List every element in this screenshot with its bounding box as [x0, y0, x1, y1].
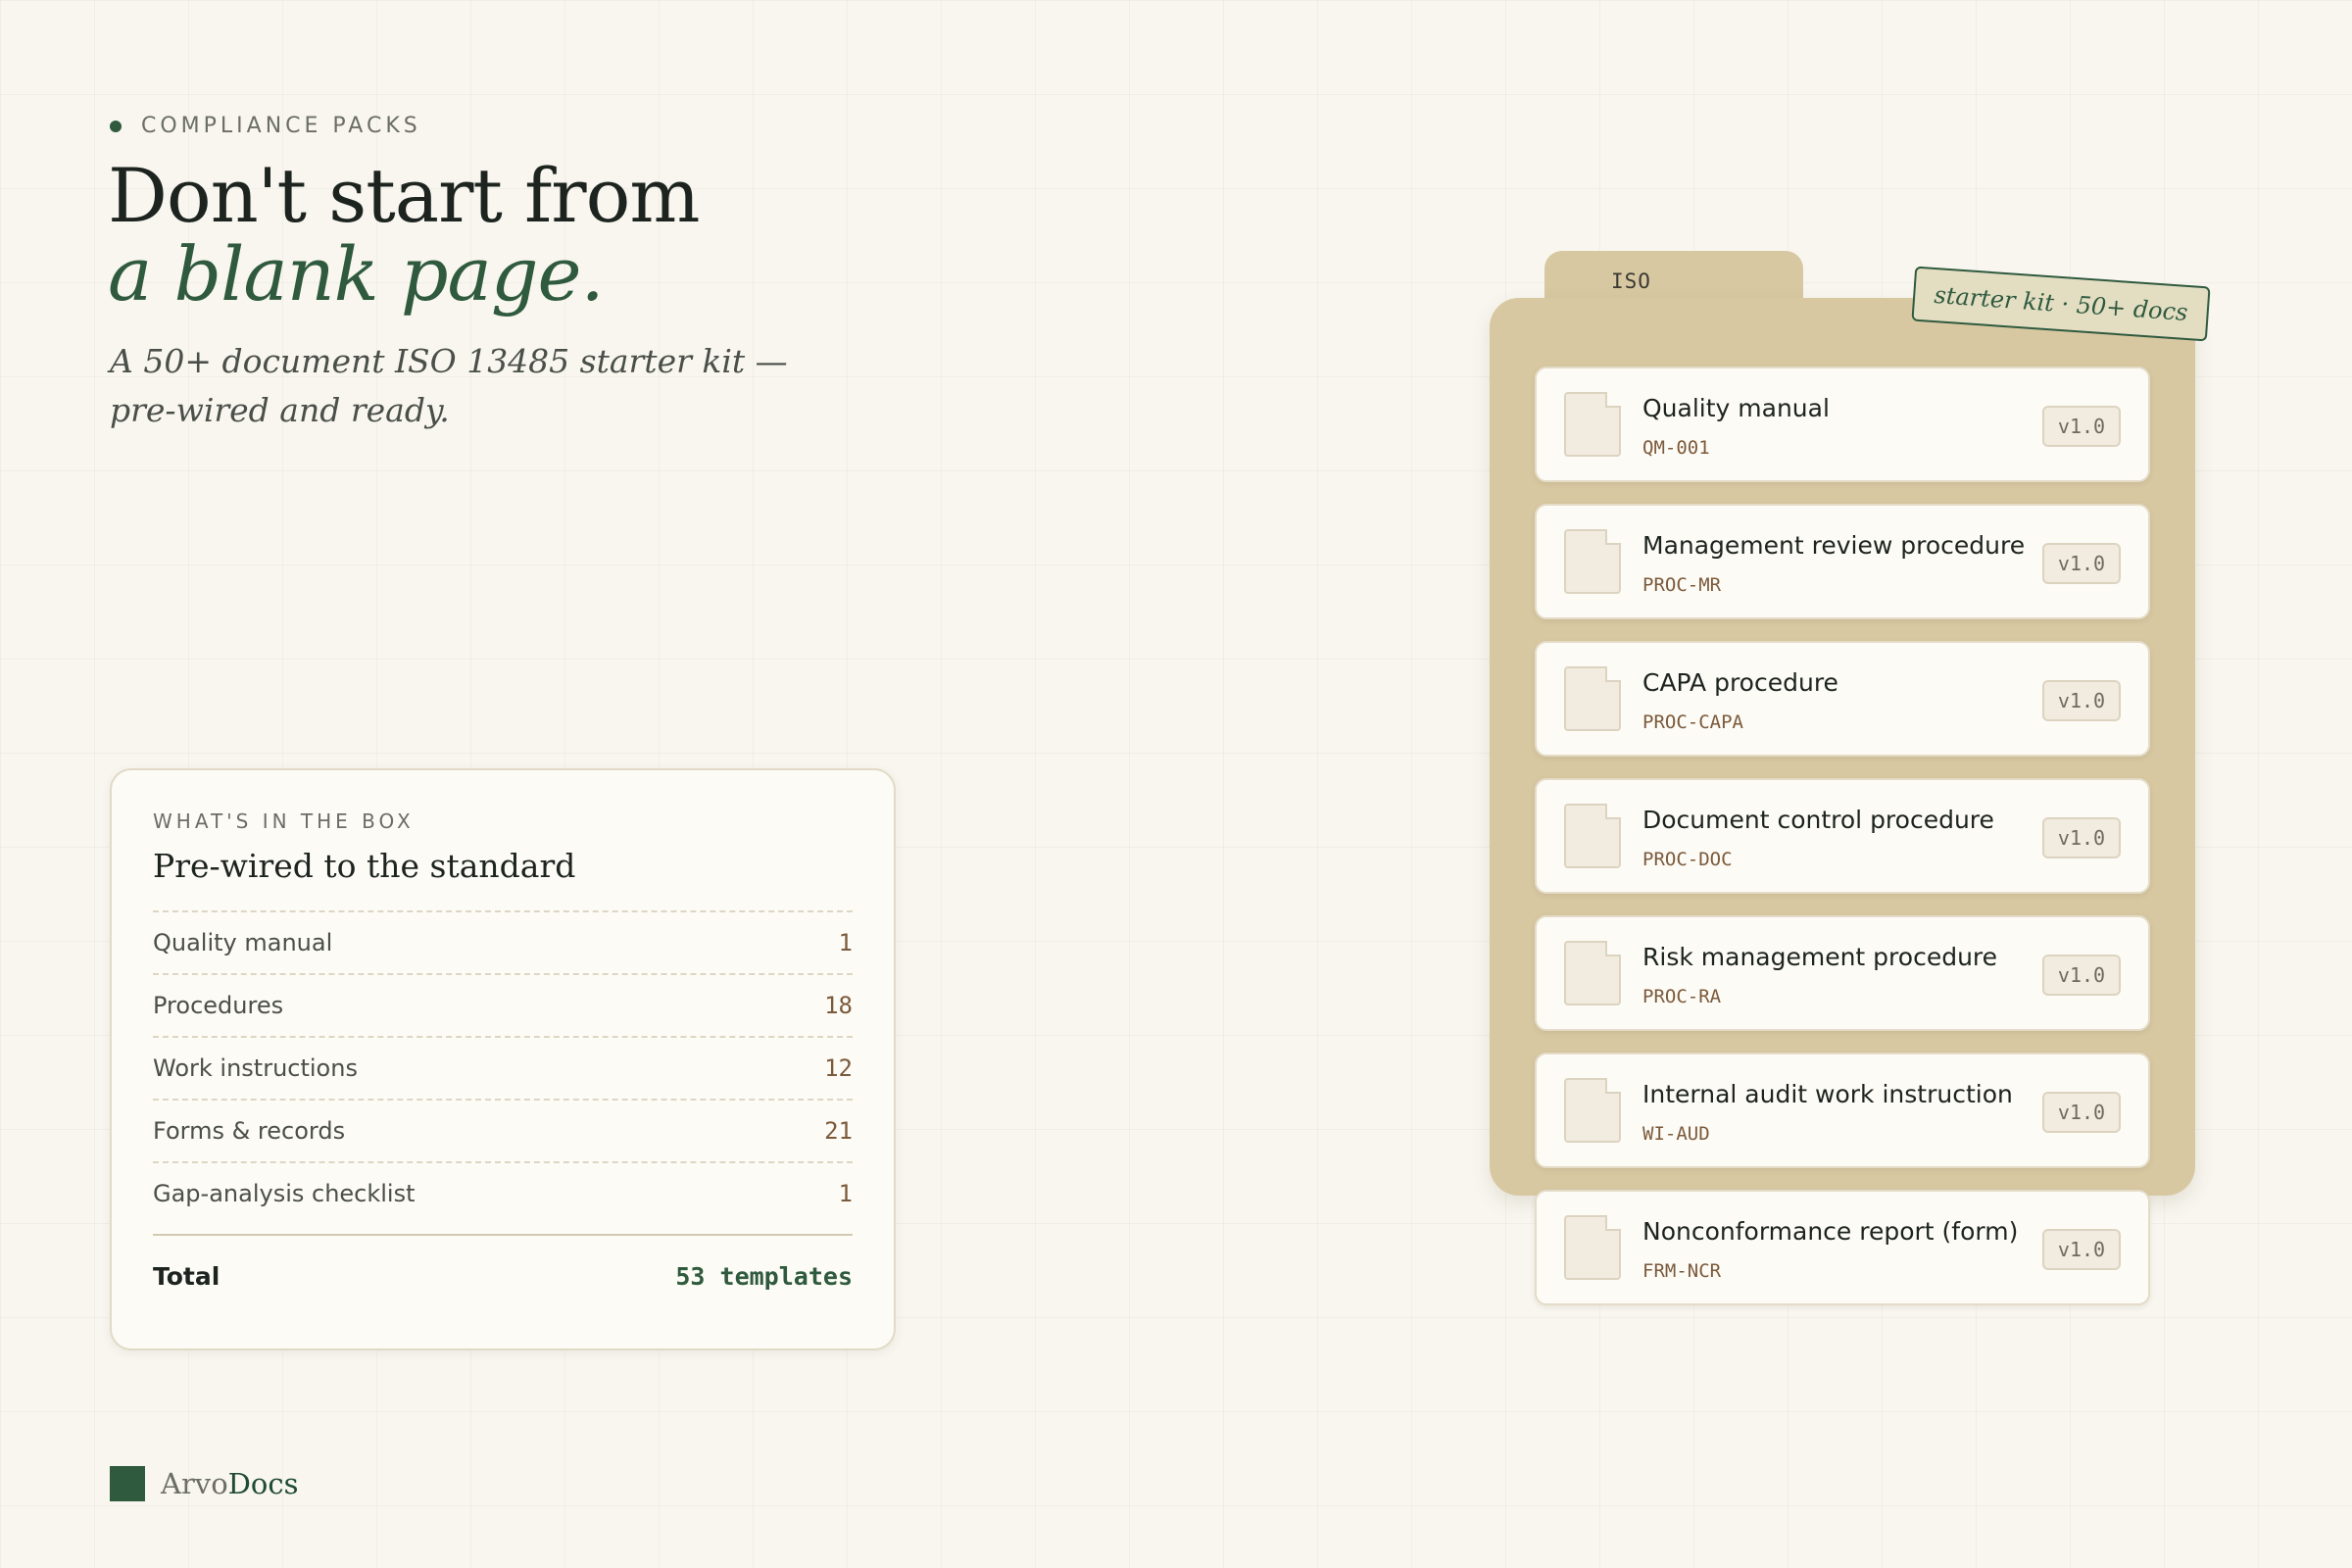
- document-card[interactable]: Nonconformance report (form) FRM-NCR v1.…: [1535, 1190, 2150, 1305]
- template-count-list: Quality manual 1 Procedures 18 Work inst…: [153, 910, 853, 1224]
- list-item: Gap-analysis checklist 1: [153, 1163, 853, 1224]
- list-item: Procedures 18: [153, 975, 853, 1038]
- eyebrow-label: COMPLIANCE PACKS: [141, 114, 421, 138]
- total-row: Total 53 templates: [153, 1234, 853, 1316]
- document-icon: [1564, 804, 1621, 868]
- list-item: Work instructions 12: [153, 1038, 853, 1101]
- whats-in-the-box-card: WHAT'S IN THE BOX Pre-wired to the stand…: [110, 768, 896, 1350]
- document-icon: [1564, 941, 1621, 1005]
- page-subtitle: A 50+ document ISO 13485 starter kit — p…: [110, 342, 788, 429]
- page-headline: Don't start from a blank page.: [108, 157, 700, 318]
- row-count: 21: [824, 1117, 853, 1145]
- total-label: Total: [153, 1261, 220, 1291]
- document-card[interactable]: Document control procedure PROC-DOC v1.0: [1535, 778, 2150, 894]
- card-title: Pre-wired to the standard: [153, 847, 576, 885]
- document-code: PROC-DOC: [1642, 849, 1733, 870]
- document-code: PROC-CAPA: [1642, 711, 1743, 733]
- row-count: 18: [824, 992, 853, 1019]
- brand-wordmark: ArvoDocs: [161, 1467, 299, 1500]
- headline-line-2: a blank page.: [108, 230, 605, 318]
- document-icon: [1564, 392, 1621, 457]
- document-code: WI-AUD: [1642, 1123, 1710, 1145]
- brand-mark-icon: [110, 1466, 145, 1501]
- total-value: 53 templates: [675, 1261, 853, 1291]
- row-label: Quality manual: [153, 929, 333, 956]
- version-badge: v1.0: [2042, 680, 2121, 721]
- section-eyebrow: COMPLIANCE PACKS: [110, 114, 421, 138]
- row-count: 1: [838, 1180, 853, 1207]
- document-card[interactable]: Management review procedure PROC-MR v1.0: [1535, 504, 2150, 619]
- document-code: PROC-MR: [1642, 574, 1722, 596]
- document-card[interactable]: CAPA procedure PROC-CAPA v1.0: [1535, 641, 2150, 757]
- document-card[interactable]: Internal audit work instruction WI-AUD v…: [1535, 1053, 2150, 1168]
- document-code: QM-001: [1642, 437, 1710, 459]
- document-card[interactable]: Risk management procedure PROC-RA v1.0: [1535, 915, 2150, 1031]
- document-icon: [1564, 529, 1621, 594]
- document-card[interactable]: Quality manual QM-001 v1.0: [1535, 367, 2150, 482]
- document-code: PROC-RA: [1642, 986, 1722, 1007]
- version-badge: v1.0: [2042, 817, 2121, 858]
- row-label: Work instructions: [153, 1054, 358, 1082]
- document-name: Nonconformance report (form): [1642, 1217, 2019, 1246]
- document-icon: [1564, 1215, 1621, 1280]
- row-count: 1: [838, 929, 853, 956]
- document-name: CAPA procedure: [1642, 668, 1838, 697]
- row-label: Gap-analysis checklist: [153, 1180, 416, 1207]
- brand-logo[interactable]: ArvoDocs: [110, 1466, 299, 1501]
- version-badge: v1.0: [2042, 543, 2121, 584]
- headline-line-1: Don't start from: [108, 152, 700, 239]
- row-label: Forms & records: [153, 1117, 346, 1145]
- row-count: 12: [824, 1054, 853, 1082]
- document-name: Document control procedure: [1642, 806, 1994, 834]
- document-icon: [1564, 666, 1621, 731]
- list-item: Quality manual 1: [153, 912, 853, 975]
- list-item: Forms & records 21: [153, 1101, 853, 1163]
- card-kicker: WHAT'S IN THE BOX: [153, 809, 415, 833]
- document-icon: [1564, 1078, 1621, 1143]
- version-badge: v1.0: [2042, 1229, 2121, 1270]
- document-name: Risk management procedure: [1642, 943, 1998, 971]
- row-label: Procedures: [153, 992, 284, 1019]
- version-badge: v1.0: [2042, 955, 2121, 996]
- folder-tab-line-1: ISO: [1611, 270, 1651, 293]
- document-name: Management review procedure: [1642, 531, 2026, 560]
- document-code: FRM-NCR: [1642, 1260, 1722, 1282]
- version-badge: v1.0: [2042, 1092, 2121, 1133]
- document-name: Quality manual: [1642, 394, 1830, 422]
- version-badge: v1.0: [2042, 406, 2121, 447]
- bullet-dot-icon: [110, 120, 122, 132]
- document-name: Internal audit work instruction: [1642, 1080, 2013, 1108]
